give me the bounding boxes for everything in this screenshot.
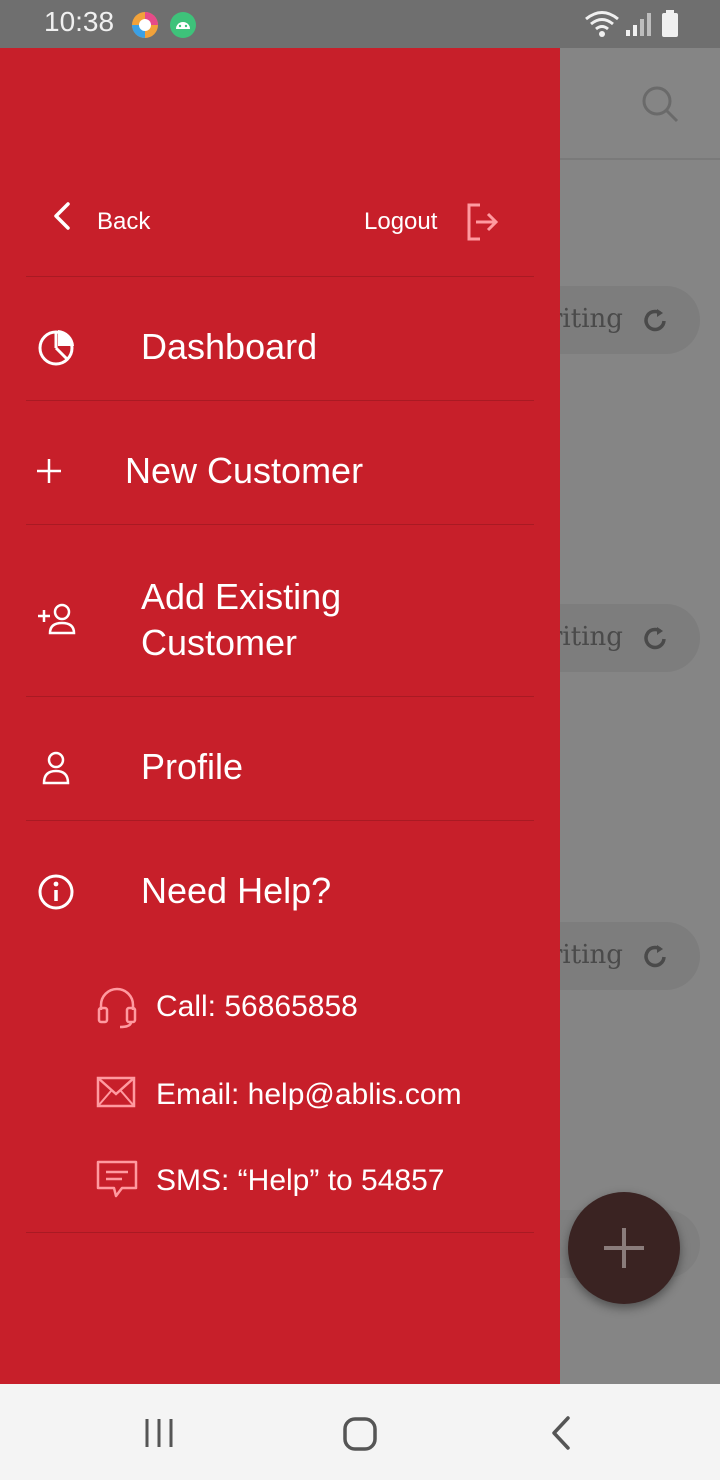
refresh-icon [644, 309, 666, 332]
menu-item-profile[interactable]: Profile [0, 740, 560, 800]
help-sms[interactable]: SMS: “Help” to 54857 [96, 1160, 556, 1204]
menu-item-new-customer[interactable]: New Customer [0, 444, 560, 504]
menu-item-label: Dashboard [141, 326, 318, 367]
menu-item-label: Need Help? [141, 870, 332, 911]
background-screen: riting riting riting [560, 48, 720, 1384]
chevron-left-icon[interactable] [48, 200, 74, 234]
drawer-divider [26, 400, 534, 401]
battery-icon [662, 10, 678, 37]
signal-icon [626, 13, 651, 36]
status-time: 10:38 [44, 6, 115, 37]
drawer-divider [26, 820, 534, 821]
browser-app-icon [132, 12, 158, 38]
back-icon[interactable] [548, 1414, 574, 1452]
help-email-text: Email: help@ablis.com [156, 1078, 462, 1111]
help-sms-text: SMS: “Help” to 54857 [156, 1164, 445, 1197]
mail-icon [96, 1076, 136, 1108]
background-header-divider [560, 158, 720, 160]
menu-item-label: Add Existing [141, 576, 342, 617]
headset-icon [97, 987, 137, 1029]
menu-item-need-help[interactable]: Need Help? [0, 864, 560, 924]
message-icon [96, 1160, 138, 1198]
add-user-icon [38, 603, 76, 635]
refresh-icon [644, 945, 666, 968]
background-status-pill: riting [560, 286, 700, 354]
drawer-divider [26, 276, 534, 277]
add-fab-button[interactable] [568, 1192, 680, 1304]
plus-icon [604, 1228, 644, 1268]
background-status-pill: riting [560, 604, 700, 672]
drawer-divider [26, 696, 534, 697]
help-call[interactable]: Call: 56865858 [96, 986, 556, 1030]
logout-icon[interactable] [466, 202, 500, 242]
menu-item-label: New Customer [125, 450, 364, 491]
menu-item-add-existing-customer[interactable]: Add Existing Customer [0, 572, 560, 672]
back-button[interactable]: Back [97, 208, 150, 236]
background-status-pill: riting [560, 922, 700, 990]
drawer-divider [26, 524, 534, 525]
recent-apps-icon[interactable] [142, 1416, 176, 1450]
system-nav-bar [0, 1384, 720, 1480]
status-bar: 10:38 [0, 0, 720, 48]
help-email[interactable]: Email: help@ablis.com [96, 1074, 556, 1118]
help-call-text: Call: 56865858 [156, 990, 358, 1023]
refresh-icon [644, 627, 666, 650]
navigation-drawer: Back Logout Dashboard New Customer Add E… [0, 48, 560, 1384]
search-icon[interactable] [640, 84, 680, 124]
wifi-icon [585, 11, 619, 37]
menu-item-label: Customer [141, 622, 298, 663]
drawer-divider [26, 1232, 534, 1233]
user-icon [42, 751, 70, 785]
logout-button[interactable]: Logout [364, 208, 437, 236]
info-icon [38, 874, 74, 910]
android-icon [170, 12, 196, 38]
plus-icon [37, 459, 61, 483]
pie-chart-icon [38, 330, 74, 366]
menu-item-dashboard[interactable]: Dashboard [0, 320, 560, 380]
menu-item-label: Profile [141, 746, 244, 787]
home-icon[interactable] [342, 1416, 378, 1452]
